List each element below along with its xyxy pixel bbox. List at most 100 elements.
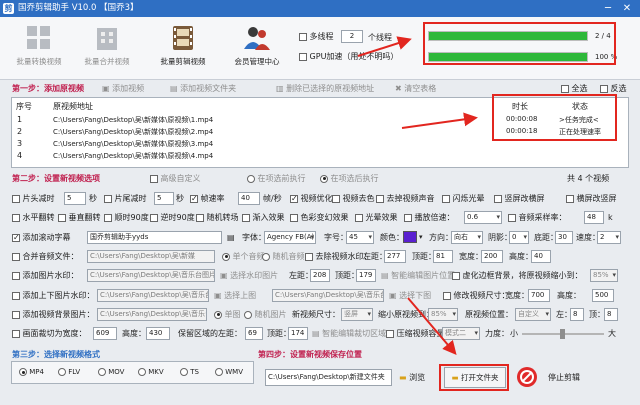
- single-audio-option[interactable]: 单个音频: [222, 251, 265, 262]
- new-size-select[interactable]: 竖屏: [341, 308, 373, 321]
- random-pic-option[interactable]: 随机图片: [244, 309, 287, 320]
- vflip-option[interactable]: 垂直翻转: [58, 212, 101, 223]
- smart-crop-button[interactable]: ▤ 智能编辑裁切区域: [312, 328, 386, 339]
- select-top-button[interactable]: ▣ 选择上图: [214, 290, 256, 301]
- pic-path-input[interactable]: C:\Users\Fang\Desktop\吴\音乐台图片水: [87, 269, 215, 282]
- format-radio[interactable]: [138, 368, 146, 376]
- pic-top-input[interactable]: 179: [356, 269, 376, 282]
- rot-ccw-checkbox[interactable]: [150, 213, 158, 222]
- sample-rate-option[interactable]: 音频采样率：: [508, 212, 567, 223]
- subtitle-text-input[interactable]: 国乔剪辑助手yyds: [87, 231, 222, 244]
- format-radio[interactable]: [180, 368, 188, 376]
- cut-head-option[interactable]: 片头减时: [12, 193, 55, 204]
- browse-button[interactable]: ▬ 浏览: [399, 372, 425, 383]
- format-mov-option[interactable]: MOV: [98, 368, 124, 376]
- hflip-option[interactable]: 水平翻转: [12, 212, 55, 223]
- size-height-input[interactable]: 500: [592, 289, 614, 302]
- rot90-option[interactable]: 顺时90度: [104, 212, 149, 223]
- select-all-checkbox[interactable]: [561, 84, 569, 93]
- blur-bg-option[interactable]: 虚化边框背景，将原视频缩小到：: [452, 270, 583, 281]
- flash-option[interactable]: 闪烁光晕: [442, 193, 485, 204]
- format-mkv-option[interactable]: MKV: [138, 368, 164, 376]
- top-pic-checkbox[interactable]: [12, 291, 20, 300]
- cut-tail-input[interactable]: 5: [154, 192, 174, 205]
- single-pic-radio[interactable]: [214, 310, 222, 319]
- speed-option[interactable]: 播放倍速：: [404, 212, 455, 223]
- stop-icon[interactable]: [516, 366, 538, 388]
- merge-audio-checkbox[interactable]: [12, 252, 20, 261]
- optimize-checkbox[interactable]: [290, 193, 298, 204]
- scroll-sub-checkbox[interactable]: [12, 232, 20, 243]
- wm-left-input[interactable]: 277: [384, 250, 406, 263]
- remove-audio-checkbox[interactable]: [376, 194, 384, 203]
- top-pic-path-input[interactable]: C:\Users\Fang\Desktop\吴\音乐台图: [97, 289, 209, 302]
- vertical-blur-option[interactable]: 竖屏改横屏: [494, 193, 545, 204]
- gpu-option[interactable]: GPU加速（用处不明吗）: [299, 51, 398, 62]
- compress-checkbox[interactable]: [386, 329, 394, 338]
- before-exec-radio[interactable]: [247, 174, 255, 183]
- row-path[interactable]: C:\Users\Fang\Desktop\吴\新媒体\原视频\3.mp4: [53, 139, 213, 149]
- add-video-button[interactable]: ▣ 添加视频: [102, 83, 144, 94]
- fps-input[interactable]: 40: [238, 192, 260, 205]
- minimize-button[interactable]: ─: [601, 2, 615, 15]
- smart-edit-button[interactable]: ▤ 智能编辑图片位置: [381, 270, 455, 281]
- format-radio[interactable]: [19, 368, 27, 376]
- vflip-checkbox[interactable]: [58, 213, 66, 222]
- crop-checkbox[interactable]: [12, 329, 20, 338]
- color-change-option[interactable]: 色彩变幻效果: [290, 212, 349, 223]
- top-pic-option[interactable]: 添加上下图片水印：: [12, 290, 95, 301]
- direction-select[interactable]: 向右: [451, 231, 483, 244]
- advanced-checkbox[interactable]: [150, 174, 158, 183]
- flash-checkbox[interactable]: [442, 194, 450, 203]
- format-radio[interactable]: [58, 368, 66, 376]
- multithread-checkbox[interactable]: [299, 32, 307, 41]
- bg-pic-option[interactable]: 添加视频背景图片：: [12, 309, 95, 320]
- threads-input[interactable]: 2: [341, 30, 363, 43]
- format-mp4-option[interactable]: MP4: [19, 368, 44, 376]
- keep-top-input[interactable]: 174: [288, 327, 308, 340]
- horizontal-to-vertical-checkbox[interactable]: [566, 194, 574, 203]
- compress-option[interactable]: 压缩视频容量: [386, 328, 445, 339]
- font-select[interactable]: Agency FB(A): [264, 231, 316, 244]
- rot-ccw-option[interactable]: 逆时90度: [150, 212, 195, 223]
- after-exec-radio[interactable]: [320, 174, 328, 183]
- cut-head-input[interactable]: 5: [64, 192, 86, 205]
- select-all-option[interactable]: 全选: [561, 83, 588, 94]
- pic-left-input[interactable]: 208: [310, 269, 330, 282]
- fps-checkbox[interactable]: [190, 193, 198, 204]
- single-audio-radio[interactable]: [222, 252, 230, 261]
- decolor-option[interactable]: 视频去色: [332, 193, 375, 204]
- remove-watermark-checkbox[interactable]: [305, 252, 313, 261]
- vertical-blur-checkbox[interactable]: [494, 194, 502, 203]
- fade-in-checkbox[interactable]: [242, 213, 250, 222]
- shrink-select[interactable]: 85%: [428, 308, 458, 321]
- invert-option[interactable]: 反选: [600, 83, 627, 94]
- size-select[interactable]: 45: [346, 231, 374, 244]
- crop-width-input[interactable]: 609: [93, 327, 117, 340]
- color-dropdown-icon[interactable]: ▾: [419, 232, 423, 243]
- bg-left-input[interactable]: 8: [570, 308, 584, 321]
- sub-settings-icon[interactable]: ▤: [227, 232, 235, 243]
- select-watermark-button[interactable]: ▣ 选择水印图片: [220, 270, 278, 281]
- bottom-pic-path-input[interactable]: C:\Users\Fang\Desktop\吴\音乐台: [272, 289, 384, 302]
- wm-height-input[interactable]: 40: [531, 250, 551, 263]
- light-option[interactable]: 光晕效果: [355, 212, 398, 223]
- fps-option[interactable]: 帧速率: [190, 193, 225, 204]
- scroll-sub-option[interactable]: 添加滚动字幕: [12, 232, 71, 243]
- light-checkbox[interactable]: [355, 213, 363, 222]
- position-select[interactable]: 自定义: [515, 308, 551, 321]
- blur-scale-select[interactable]: 85%: [590, 269, 618, 282]
- keep-left-input[interactable]: 69: [245, 327, 263, 340]
- delete-selected-button[interactable]: ▥ 删除已选择的原视频地址: [276, 83, 374, 94]
- size-width-input[interactable]: 700: [528, 289, 550, 302]
- after-exec-option[interactable]: 在项选后执行: [320, 173, 379, 184]
- before-exec-option[interactable]: 在项选前执行: [247, 173, 306, 184]
- speed-select[interactable]: 0.6: [464, 211, 502, 224]
- crop-height-input[interactable]: 430: [146, 327, 170, 340]
- invert-checkbox[interactable]: [600, 84, 608, 93]
- clear-list-button[interactable]: ✖ 清空表格: [395, 83, 436, 94]
- modify-size-option[interactable]: 修改视频尺寸：: [443, 290, 510, 301]
- shadow-select[interactable]: 0: [509, 231, 529, 244]
- optimize-option[interactable]: 视频优化: [290, 193, 333, 204]
- random-pic-radio[interactable]: [244, 310, 252, 319]
